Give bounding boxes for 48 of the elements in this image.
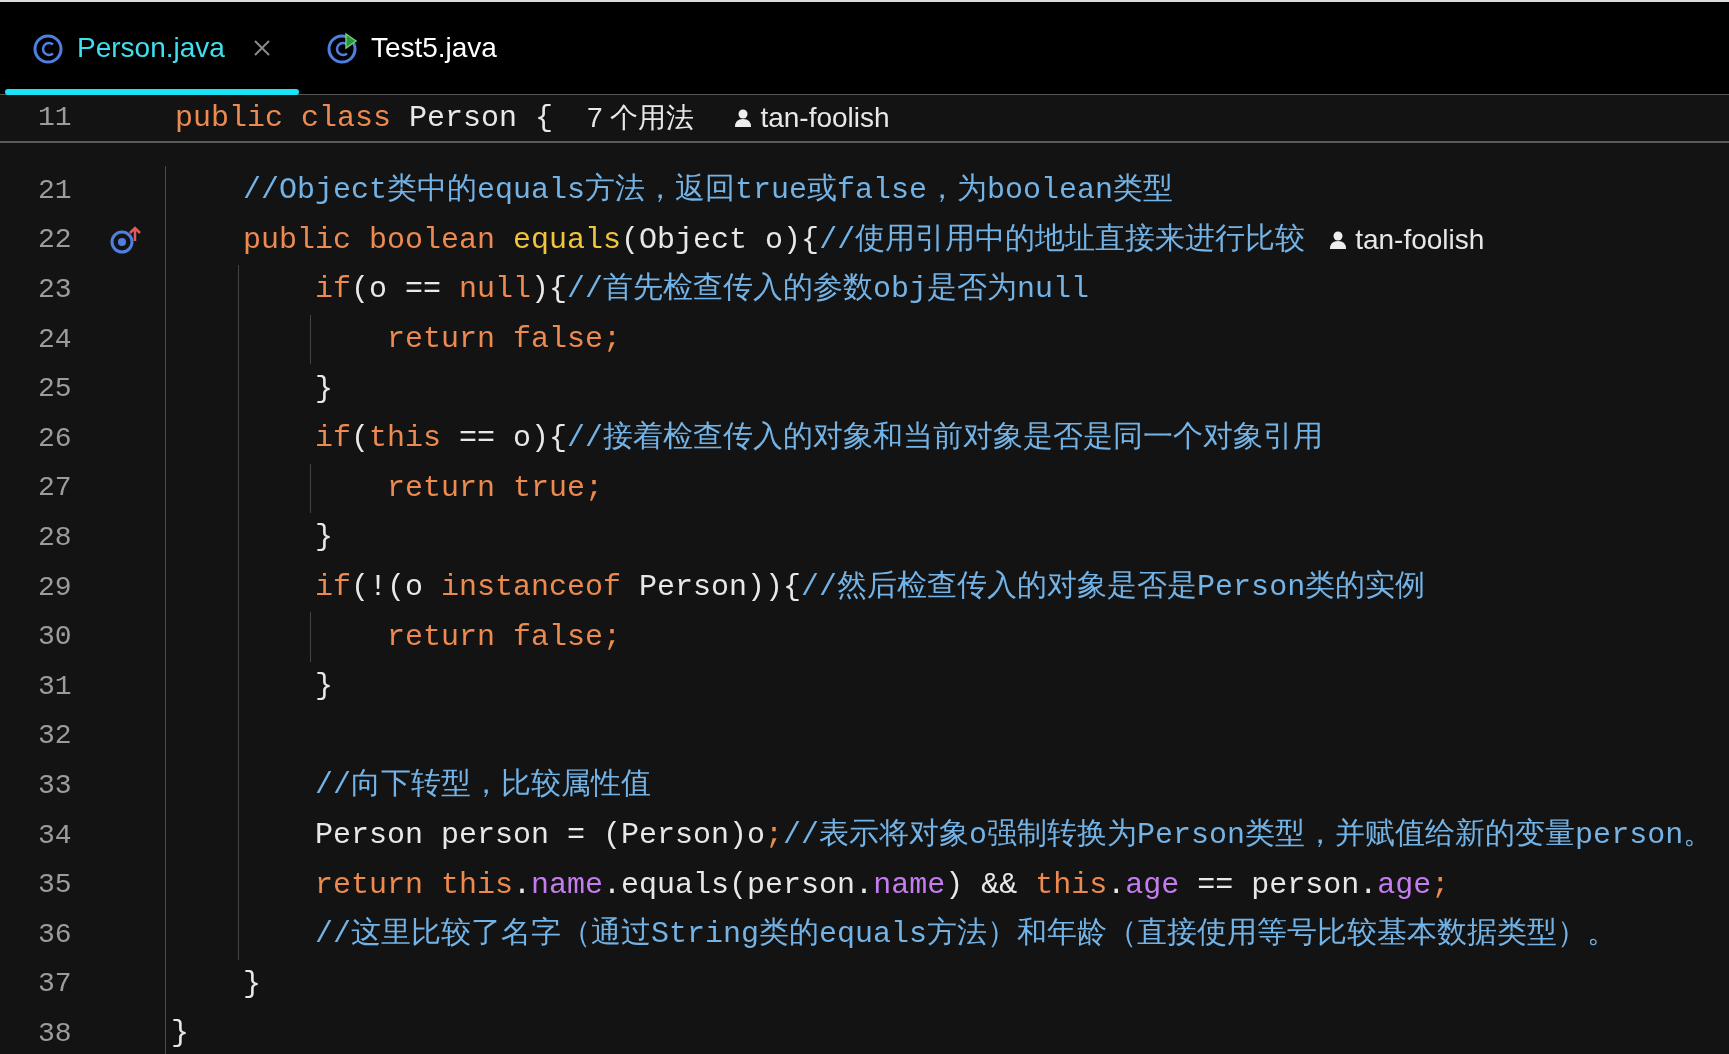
line-number: 33 xyxy=(37,768,73,803)
code-line: return this.name.equals(person.name) && this.age == person.age; xyxy=(315,866,1450,904)
usages-hint[interactable]: 7 个用法 xyxy=(587,97,695,139)
editor-tab[interactable]: Person.java xyxy=(5,2,299,94)
line-number: 29 xyxy=(37,570,73,605)
code-line: if(!(o instanceof Person)){//然后检查传入的对象是否是Person类的实例 xyxy=(315,569,1426,607)
line-number: 24 xyxy=(37,322,73,357)
author-hint: tan-foolish xyxy=(760,101,890,135)
class-icon xyxy=(33,32,65,64)
close-icon[interactable] xyxy=(252,39,271,57)
code-line: } xyxy=(171,1015,189,1053)
code-line: } xyxy=(315,370,333,408)
person-icon xyxy=(1329,230,1348,251)
line-number: 26 xyxy=(37,421,73,456)
line-number: 11 xyxy=(37,101,73,135)
line-number: 34 xyxy=(37,818,73,853)
line-number: 27 xyxy=(37,471,73,506)
code-line: return true; xyxy=(387,469,604,507)
line-number: 37 xyxy=(37,967,73,1002)
code-line: public class Person { xyxy=(175,99,555,137)
line-number: 21 xyxy=(37,173,73,208)
line-number: 23 xyxy=(37,273,73,307)
code-line: } xyxy=(243,965,261,1003)
code-line: //这里比较了名字（通过String类的equals方法）和年龄（直接使用等号比较基本数据类型）。 xyxy=(315,915,1618,954)
line-number: 22 xyxy=(37,223,73,258)
code-line: } xyxy=(315,519,333,557)
line-number: 25 xyxy=(37,372,73,407)
line-number: 32 xyxy=(37,719,73,754)
line-number: 31 xyxy=(37,669,73,704)
line-number: 35 xyxy=(37,868,73,903)
code-line: } xyxy=(315,668,333,706)
author-hint: tan-foolish xyxy=(1355,223,1485,258)
code-line: Person person = (Person)o;//表示将对象o强制转换为Person类型，并赋值给新的变量person。 xyxy=(315,817,1714,854)
code-line: return false; xyxy=(387,618,622,656)
line-number: 28 xyxy=(37,520,73,555)
code-line: if(o == null){//首先检查传入的参数obj是否为null xyxy=(315,271,1090,309)
overrides-method-icon[interactable] xyxy=(110,226,142,255)
person-icon xyxy=(734,108,753,128)
line-number: 38 xyxy=(37,1016,73,1051)
line-number: 36 xyxy=(37,917,73,952)
runnable-class-icon xyxy=(326,32,359,64)
editor-tab[interactable]: Test5.java xyxy=(298,2,525,94)
code-line: //向下转型，比较属性值 xyxy=(315,767,651,805)
code-line: //Object类中的equals方法，返回true或false，为boolean类型 xyxy=(243,171,1174,210)
code-line: public boolean equals(Object o){//使用引用中的地址直接来进行比较 xyxy=(243,221,1306,259)
code-line: return false; xyxy=(387,321,622,359)
line-number: 30 xyxy=(37,620,73,655)
code-line: if(this == o){//接着检查传入的对象和当前对象是否是同一个对象引用 xyxy=(315,419,1324,458)
